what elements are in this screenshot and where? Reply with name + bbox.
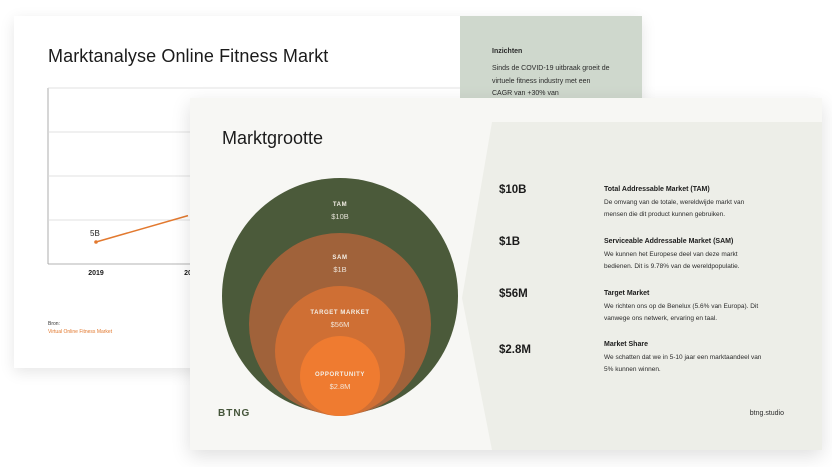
circle-value-sam: $1B (333, 265, 347, 274)
metric-value-target-market: $56M (499, 288, 528, 300)
data-label: 5B (90, 229, 100, 238)
metric-desc-market-share: We schatten dat we in 5-10 jaar een mark… (604, 354, 762, 373)
circle-label-opportunity: OPPORTUNITY $2.8M (280, 372, 400, 391)
metric-value-market-share: $2.8M (499, 344, 531, 356)
circle-name-sam: SAM (332, 255, 348, 261)
metric-title-target-market: Target Market (604, 290, 650, 297)
metric-desc-sam: We kunnen het Europese deel van deze mar… (604, 251, 740, 270)
website-link[interactable]: btng.studio (750, 410, 784, 417)
data-point (94, 240, 98, 244)
circle-name-target-market: TARGET MARKET (310, 310, 370, 316)
series-line (95, 214, 189, 243)
metric-title-sam: Serviceable Addressable Market (SAM) (604, 238, 734, 245)
chart-marks: 2019 205B (88, 214, 192, 277)
metric-desc-target-market: We richten ons op de Benelux (5.6% van E… (604, 303, 759, 322)
circle-value-opportunity: $2.8M (329, 382, 351, 391)
x-tick-label: 2019 (88, 270, 104, 277)
circle-value-tam: $10B (331, 212, 349, 221)
insights-title: Inzichten (492, 48, 523, 55)
circle-label-tam: TAM $10B (280, 202, 400, 221)
market-size-circles (222, 178, 458, 416)
metric-desc-tam: De omvang van de totale, wereldwijde mar… (604, 199, 745, 218)
metric-value-tam: $10B (499, 184, 527, 196)
metric-title-tam: Total Addressable Market (TAM) (604, 186, 710, 193)
circle-name-opportunity: OPPORTUNITY (315, 372, 365, 378)
source-label: Bron: (48, 321, 60, 327)
source-note: Bron: Virtual Online Fitness Market (48, 320, 112, 336)
metric-value-sam: $1B (499, 236, 521, 248)
circle-label-sam: SAM $1B (280, 255, 400, 274)
circle-label-target-market: TARGET MARKET $56M (280, 310, 400, 329)
circle-value-target-market: $56M (330, 320, 350, 329)
btng-logo: BTNG (218, 408, 251, 419)
source-link[interactable]: Virtual Online Fitness Market (48, 328, 112, 336)
circle-name-tam: TAM (332, 202, 348, 208)
metric-title-market-share: Market Share (604, 341, 648, 348)
insights-text: Sinds de COVID-19 uitbraak groeit de vir… (492, 65, 610, 97)
front-slide: Marktgrootte TAM $10B SAM $1B TARGET MAR… (190, 98, 822, 450)
